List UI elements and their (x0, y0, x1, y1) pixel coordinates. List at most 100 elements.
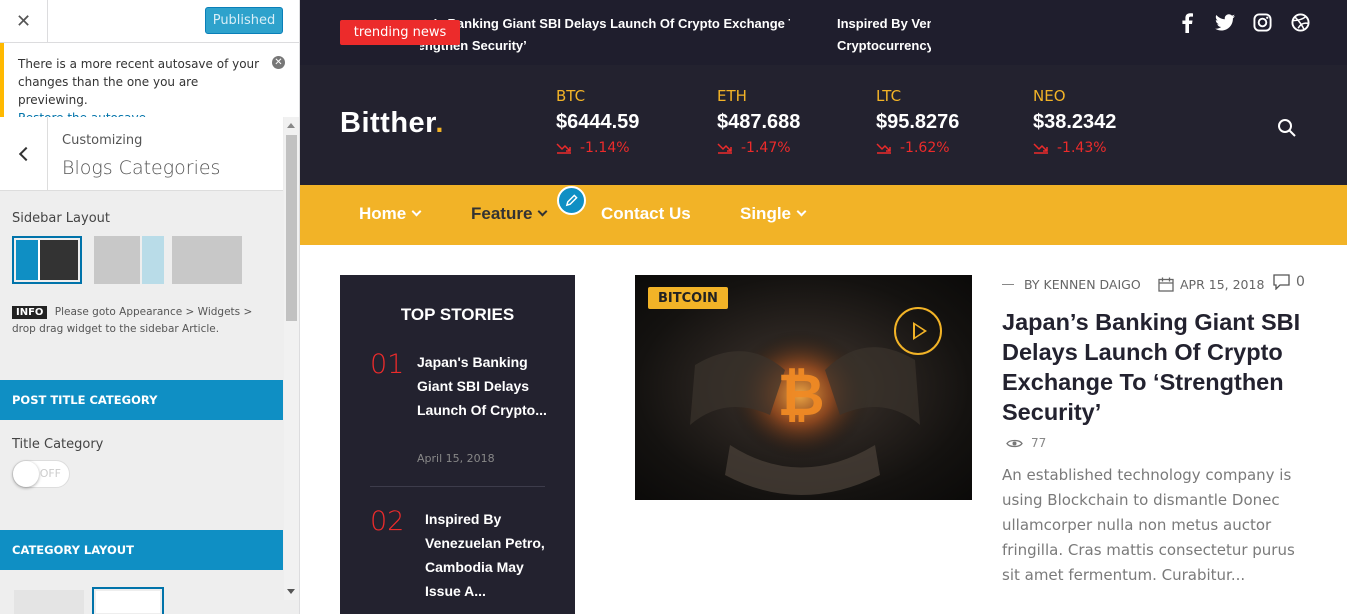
coin-change: -1.14% (556, 140, 639, 156)
top-bar: trending news Japan’s Banking Giant SBI … (300, 0, 1347, 65)
trending-badge: trending news (340, 20, 460, 45)
story-date: April 15, 2018 (417, 452, 495, 465)
top-stories-widget: TOP STORIES 01 Japan's Banking Giant SBI… (340, 275, 575, 614)
ticker-item-line: Inspired By Venezuelan Petro, Cambodia M… (837, 16, 931, 31)
instagram-icon[interactable] (1253, 13, 1272, 32)
trend-down-icon (1033, 143, 1048, 154)
site-header: Bitther. BTC $6444.59 -1.14% ETH $487.68… (300, 65, 1347, 185)
play-video-button[interactable] (894, 307, 942, 355)
ticker-item-line: Cryptocurrency (837, 38, 931, 53)
logo-text: Bitther (340, 107, 436, 139)
ticker-item-line: ‘Strengthen Security’ (420, 38, 527, 53)
twitter-icon[interactable] (1215, 14, 1235, 31)
dribbble-icon[interactable] (1291, 13, 1310, 32)
section-header: Customizing Blogs Categories (0, 117, 283, 191)
post-author-text: BY KENNEN DAIGO (1024, 277, 1141, 292)
customizer-panel: ✕ Published There is a more recent autos… (0, 0, 300, 614)
coin-change-value: -1.47% (741, 140, 791, 156)
scroll-down-icon[interactable] (287, 589, 295, 594)
dash-icon (1002, 284, 1014, 285)
post-title-category-bar: POST TITLE CATEGORY (0, 380, 283, 420)
coin-change: -1.43% (1033, 140, 1116, 156)
title-category-toggle[interactable]: OFF (12, 460, 70, 488)
coin-symbol: LTC (876, 87, 902, 105)
chevron-down-icon (411, 206, 422, 217)
view-count: 77 (1031, 436, 1047, 450)
coin-price: $95.8276 (876, 111, 960, 133)
chevron-left-icon (18, 146, 33, 162)
calendar-icon (1158, 277, 1174, 292)
coin-symbol: NEO (1033, 87, 1066, 105)
coin-change-value: -1.43% (1057, 140, 1107, 156)
coin-price-btc: BTC $6444.59 -1.14% (556, 87, 639, 156)
customizer-header: ✕ Published (0, 0, 299, 43)
search-icon[interactable] (1277, 118, 1297, 138)
eye-icon (1006, 439, 1023, 447)
post-comments[interactable]: 0 (1273, 274, 1305, 290)
category-badge[interactable]: BITCOIN (648, 287, 728, 309)
svg-text:₿: ₿ (777, 361, 824, 429)
nav-item-single[interactable]: Single (740, 204, 807, 224)
nav-item-label: Home (359, 204, 407, 223)
coin-symbol: ETH (717, 87, 747, 105)
info-badge: INFO (12, 306, 48, 319)
site-logo[interactable]: Bitther. (340, 107, 444, 140)
logo-dot: . (435, 107, 444, 139)
post-date: APR 15, 2018 (1158, 277, 1264, 292)
customizer-scrollbar[interactable] (284, 117, 299, 600)
publish-button[interactable]: Published (205, 7, 283, 34)
autosave-notice-text: There is a more recent autosave of your … (18, 57, 260, 107)
scrollbar-thumb[interactable] (286, 135, 297, 321)
coin-price-eth: ETH $487.688 -1.47% (717, 87, 800, 156)
breadcrumb: Customizing (62, 133, 143, 148)
post-author[interactable]: BY KENNEN DAIGO (1002, 277, 1141, 292)
coin-change: -1.62% (876, 140, 959, 156)
edit-shortcut-button[interactable] (557, 186, 586, 215)
info-text: Please goto Appearance > Widgets > drop … (12, 306, 253, 335)
featured-image[interactable]: ₿ BITCOIN (635, 275, 972, 500)
chevron-down-icon (537, 206, 548, 217)
coin-price-neo: NEO $38.2342 -1.43% (1033, 87, 1116, 156)
category-layout-option[interactable] (92, 587, 164, 614)
dismiss-notice-icon[interactable]: ✕ (272, 56, 285, 69)
post-date-text: APR 15, 2018 (1180, 277, 1265, 292)
coin-price: $38.2342 (1033, 111, 1117, 133)
back-button[interactable] (0, 117, 48, 191)
toggle-knob (13, 461, 39, 487)
category-layout-bar: CATEGORY LAYOUT (0, 530, 283, 570)
coin-price-ltc: LTC $95.8276 -1.62% (876, 87, 959, 156)
trend-down-icon (717, 143, 732, 154)
story-title-link[interactable]: Inspired By Venezuelan Petro, Cambodia M… (425, 507, 545, 603)
scroll-up-icon[interactable] (287, 123, 295, 128)
nav-item-feature[interactable]: Feature (471, 204, 548, 224)
layout-option-left-sidebar[interactable] (12, 236, 82, 284)
story-title-link[interactable]: Japan's Banking Giant SBI Delays Launch … (417, 350, 547, 422)
coin-change-value: -1.14% (580, 140, 630, 156)
site-preview: trending news Japan’s Banking Giant SBI … (300, 0, 1347, 614)
pencil-icon (565, 194, 578, 207)
title-category-label: Title Category (12, 437, 104, 452)
nav-item-home[interactable]: Home (359, 204, 422, 224)
category-layout-option-2[interactable] (14, 590, 84, 614)
trend-down-icon (556, 143, 571, 154)
layout-option-right-sidebar[interactable] (94, 236, 164, 284)
layout-option-no-sidebar[interactable] (172, 236, 242, 284)
nav-item-label: Feature (471, 204, 533, 223)
chevron-down-icon (796, 206, 807, 217)
article-excerpt: An established technology company is usi… (1002, 466, 1295, 584)
post-views: 77 (1006, 436, 1046, 450)
ticker-item[interactable]: Japan’s Banking Giant SBI Delays Launch … (420, 13, 790, 57)
main-navigation: Home Feature Contact Us Single (300, 185, 1347, 245)
facebook-icon[interactable] (1180, 13, 1194, 33)
close-customizer-button[interactable]: ✕ (0, 0, 48, 43)
info-note: INFO Please goto Appearance > Widgets > … (12, 304, 274, 338)
ticker-item[interactable]: Inspired By Venezuelan Petro, Cambodia M… (837, 13, 931, 57)
autosave-notice: There is a more recent autosave of your … (0, 43, 299, 125)
divider (370, 486, 545, 487)
toggle-state-label: OFF (39, 467, 61, 480)
article-title-link[interactable]: Japan’s Banking Giant SBI Delays Launch … (1002, 307, 1322, 427)
trend-down-icon (876, 143, 891, 154)
comment-count: 0 (1296, 274, 1305, 290)
nav-item-contact-us[interactable]: Contact Us (601, 204, 691, 224)
coin-price: $487.688 (717, 111, 801, 133)
